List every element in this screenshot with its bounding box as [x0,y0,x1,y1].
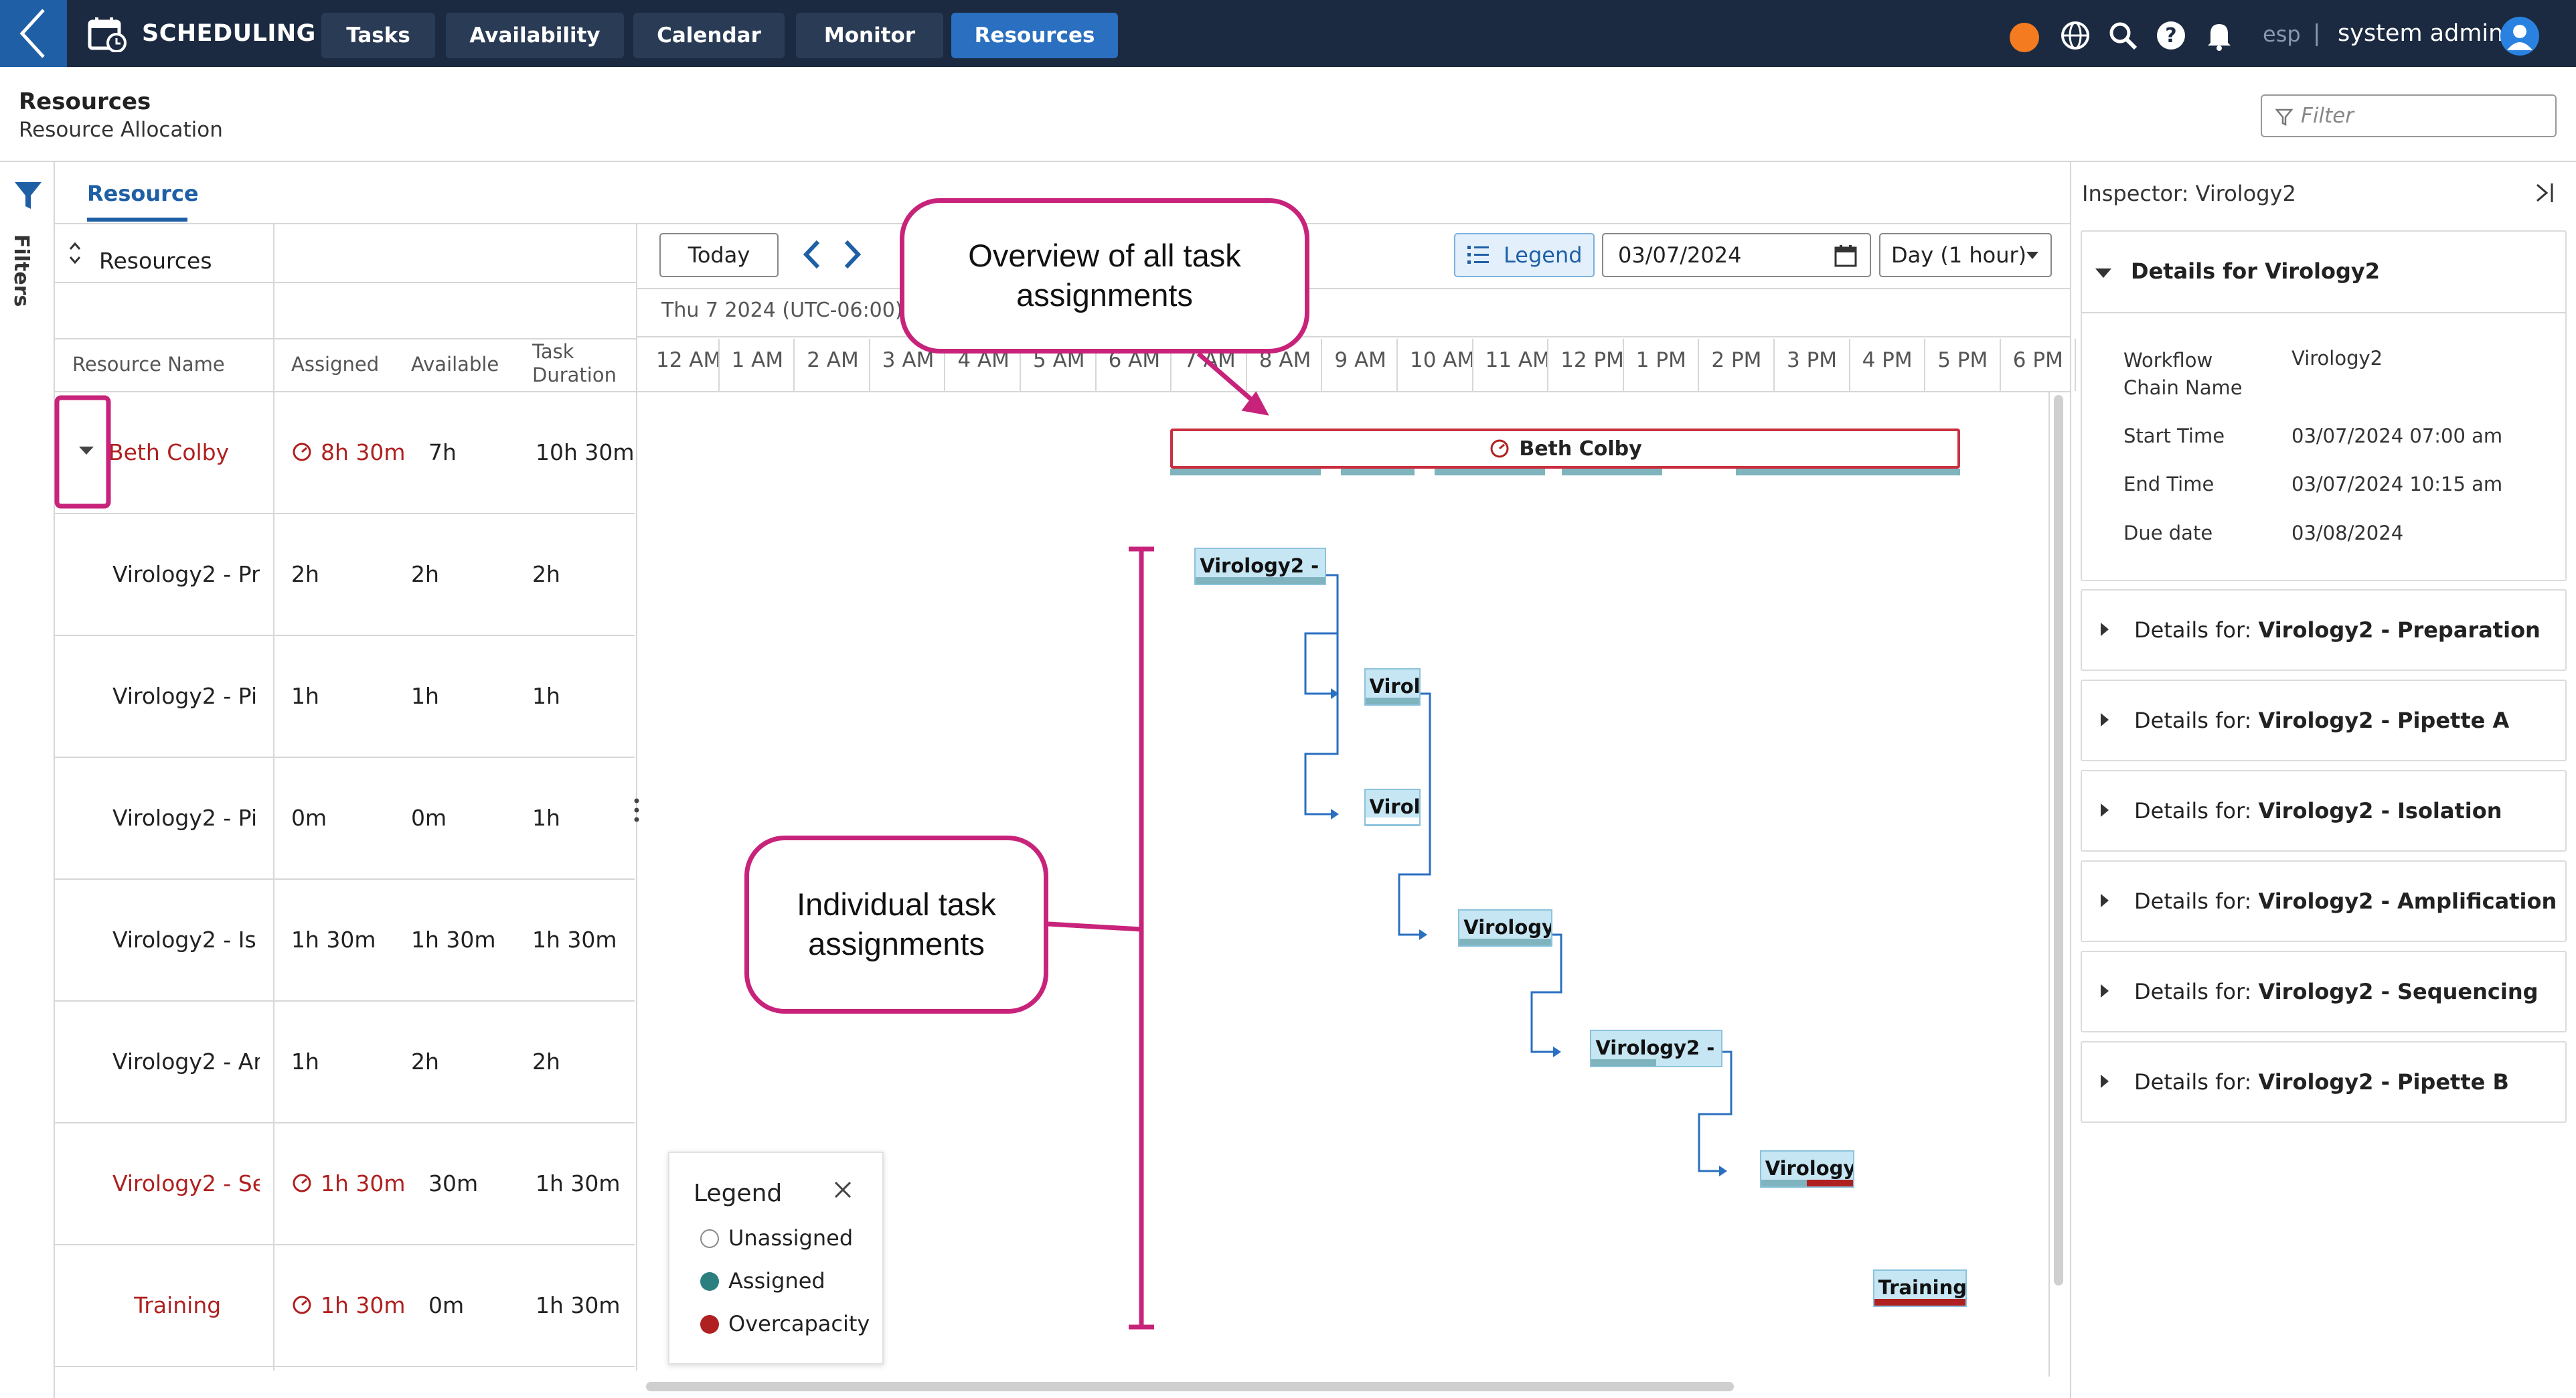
annotation-overlay [54,352,1269,1330]
expand-caret-highlight [54,395,111,509]
